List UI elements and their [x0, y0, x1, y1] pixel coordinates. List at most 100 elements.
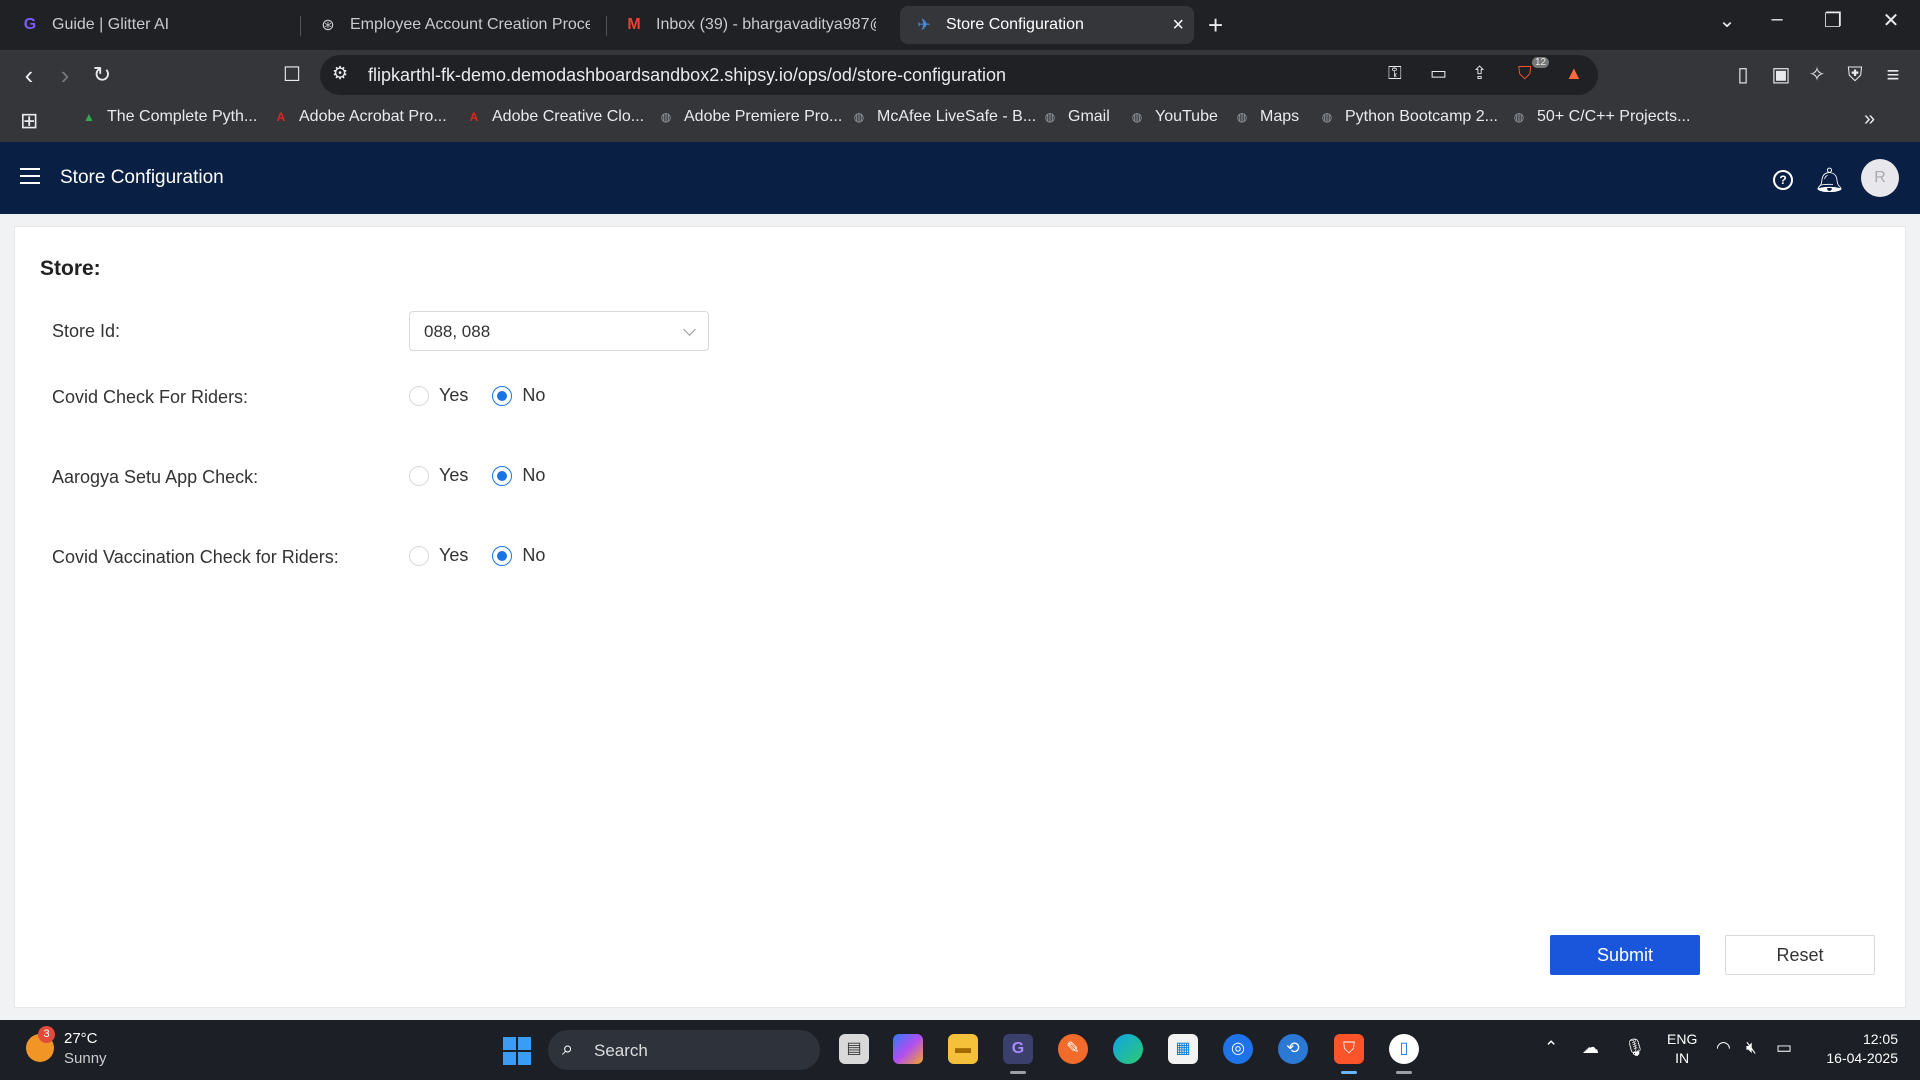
address-bar[interactable]: ⚙ flipkarthl-fk-demo.demodashboardsandbo… [320, 55, 1598, 95]
tab-gmail-inbox[interactable]: M Inbox (39) - bhargavaditya987@gm [610, 6, 890, 44]
bookmark-adobe-creative[interactable]: A Adobe Creative Clo... [465, 108, 644, 126]
show-hidden-icons-chevron-icon[interactable]: ⌃ [1544, 1038, 1558, 1058]
edge-icon[interactable] [1113, 1034, 1143, 1064]
microsoft-store-icon[interactable]: ▦ [1168, 1034, 1198, 1064]
radio-circle[interactable] [409, 545, 429, 566]
tab-glitter-guide[interactable]: G Guide | Glitter AI [6, 6, 296, 44]
radio-circle[interactable] [409, 465, 429, 486]
weather-temperature: 27°C [64, 1030, 98, 1047]
bookmark-mcafee[interactable]: ◍ McAfee LiveSafe - B... [850, 108, 1036, 126]
bookmark-complete-python[interactable]: ▲ The Complete Pyth... [80, 108, 257, 126]
glitter-app-icon[interactable]: G [1003, 1034, 1033, 1064]
tab-employee-account[interactable]: ⊛ Employee Account Creation Process [304, 6, 604, 44]
leo-ai-icon[interactable]: ✧ [1802, 60, 1832, 90]
sync-app-icon[interactable]: ⟲ [1278, 1034, 1308, 1064]
onedrive-cloud-icon[interactable]: ☁ [1582, 1038, 1599, 1058]
new-tab-button[interactable]: + [1208, 10, 1223, 41]
windows-start-icon[interactable] [503, 1037, 531, 1065]
hamburger-menu-icon[interactable] [20, 168, 40, 184]
bookmark-python-bootcamp[interactable]: ◍ Python Bootcamp 2... [1318, 108, 1498, 126]
radio-circle[interactable] [492, 465, 513, 486]
task-view-icon[interactable]: ▤ [839, 1034, 869, 1064]
radio-circle[interactable] [409, 385, 429, 406]
bookmark-label: Maps [1260, 108, 1300, 125]
bookmark-youtube[interactable]: ◍ YouTube [1128, 108, 1218, 126]
share-icon[interactable]: ⇪ [1472, 63, 1487, 84]
key-icon[interactable]: ⚿ [1388, 63, 1402, 84]
close-window-icon[interactable]: ✕ [1876, 8, 1906, 33]
bookmark-icon[interactable]: ☐ [277, 60, 307, 90]
aarogya-setu-no-radio[interactable]: No [492, 465, 545, 486]
menu-icon[interactable]: ≡ [1878, 60, 1908, 90]
radio-circle[interactable] [492, 385, 513, 406]
reset-button[interactable]: Reset [1725, 935, 1875, 975]
bookmark-label: Adobe Acrobat Pro... [299, 108, 447, 125]
wifi-icon[interactable]: ◠ [1716, 1038, 1731, 1058]
minimize-icon[interactable]: – [1762, 8, 1792, 31]
covid-vaccination-no-radio[interactable]: No [492, 545, 545, 566]
language-indicator[interactable]: ENG IN [1667, 1030, 1697, 1068]
bookmark-adobe-premiere[interactable]: ◍ Adobe Premiere Pro... [657, 108, 843, 126]
bookmark-gmail[interactable]: ◍ Gmail [1041, 108, 1110, 126]
copilot-icon[interactable] [893, 1034, 923, 1064]
globe-icon: ◍ [1321, 110, 1333, 124]
covid-vaccination-yes-radio[interactable]: Yes [409, 545, 468, 566]
avatar[interactable]: R [1861, 159, 1899, 197]
cast-icon[interactable]: ▭ [1430, 63, 1447, 84]
covid-check-no-radio[interactable]: No [492, 385, 545, 406]
restore-icon[interactable]: ❐ [1818, 8, 1848, 33]
radio-label: No [522, 385, 546, 405]
covid-check-yes-radio[interactable]: Yes [409, 385, 468, 406]
aarogya-setu-yes-radio[interactable]: Yes [409, 465, 468, 486]
search-label: Search [594, 1041, 648, 1060]
globe-icon: ◍ [660, 110, 672, 124]
glitter-g-icon: G [23, 16, 37, 33]
bookmark-adobe-acrobat[interactable]: A Adobe Acrobat Pro... [272, 108, 447, 126]
bookmark-c-projects[interactable]: ◍ 50+ C/C++ Projects... [1510, 108, 1691, 126]
notepad-app-icon[interactable]: ▯ [1389, 1034, 1419, 1064]
system-clock[interactable]: 12:05 16-04-2025 [1820, 1030, 1898, 1068]
shield-count-badge: 12 [1532, 57, 1550, 68]
store-id-select[interactable]: 088, 088 [409, 311, 709, 351]
vpn-icon[interactable]: ⛨ [1840, 60, 1870, 90]
brave-rewards-icon[interactable]: ▲ [1565, 63, 1583, 84]
brave-shield-icon[interactable]: ⛉ [1518, 63, 1532, 84]
battery-icon[interactable]: ▭ [1776, 1038, 1792, 1058]
tab-store-configuration[interactable]: ✈ Store Configuration × [900, 6, 1194, 44]
submit-button[interactable]: Submit [1550, 935, 1700, 975]
radio-label: No [522, 545, 546, 565]
back-icon[interactable]: ‹ [14, 60, 44, 90]
file-explorer-icon[interactable]: ▬ [948, 1034, 978, 1064]
bookmark-label: Gmail [1068, 108, 1110, 125]
more-bookmarks-icon[interactable]: » [1864, 108, 1875, 131]
help-icon[interactable]: ? [1773, 170, 1793, 190]
quick-assist-icon[interactable]: ◎ [1223, 1034, 1253, 1064]
radio-circle[interactable] [492, 545, 513, 566]
store-id-label: Store Id: [52, 321, 121, 341]
covid-vaccination-radio-group: Yes No [409, 545, 569, 566]
app-header: Store Configuration ? 🔔︎ R [0, 142, 1920, 214]
taskbar-search[interactable]: ⌕ Search [548, 1030, 820, 1070]
close-tab-icon[interactable]: × [1172, 14, 1184, 37]
reload-icon[interactable]: ↻ [87, 60, 117, 90]
globe-icon: ◍ [1044, 110, 1056, 124]
radio-label: Yes [439, 385, 469, 405]
aarogya-setu-radio-group: Yes No [409, 465, 569, 486]
globe-icon: ◍ [853, 110, 865, 124]
notification-bell-icon[interactable]: 🔔︎ [1814, 166, 1844, 195]
sidebar-icon[interactable]: ▯ [1728, 60, 1758, 90]
speaker-muted-icon[interactable]: 🔇︎ [1746, 1038, 1757, 1058]
bookmark-label: Adobe Creative Clo... [492, 108, 645, 125]
tab-search-chevron-icon[interactable]: ⌄ [1712, 8, 1742, 33]
site-info-icon[interactable]: ⚙ [332, 63, 348, 84]
bookmark-label: The Complete Pyth... [107, 108, 258, 125]
url-text: flipkarthl-fk-demo.demodashboardsandbox2… [368, 64, 1007, 85]
openai-icon: ⊛ [321, 17, 335, 34]
brave-browser-icon[interactable]: ⛉ [1334, 1034, 1364, 1064]
microphone-icon[interactable]: 🎙︎ [1624, 1038, 1646, 1058]
forward-icon[interactable]: › [50, 60, 80, 90]
apps-grid-icon[interactable]: ⊞ [20, 108, 38, 134]
wallet-icon[interactable]: ▣ [1766, 60, 1796, 90]
postman-icon[interactable]: ✎ [1058, 1034, 1088, 1064]
bookmark-maps[interactable]: ◍ Maps [1233, 108, 1299, 126]
